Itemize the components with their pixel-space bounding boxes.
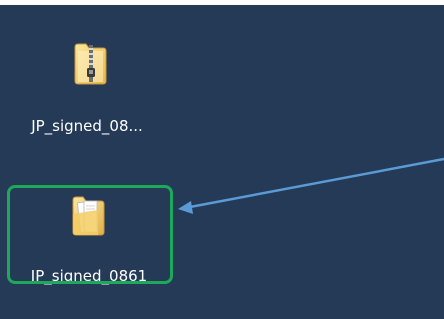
annotation-highlight-box [7, 185, 173, 284]
desktop-icon-label: JP_signed_08... [31, 117, 143, 135]
desktop-area[interactable]: JP_signed_08... JP_signed_0861 [0, 5, 444, 319]
zip-folder-icon [74, 43, 107, 85]
desktop-icon-jp-signed-zip[interactable]: JP_signed_08... [10, 41, 170, 135]
